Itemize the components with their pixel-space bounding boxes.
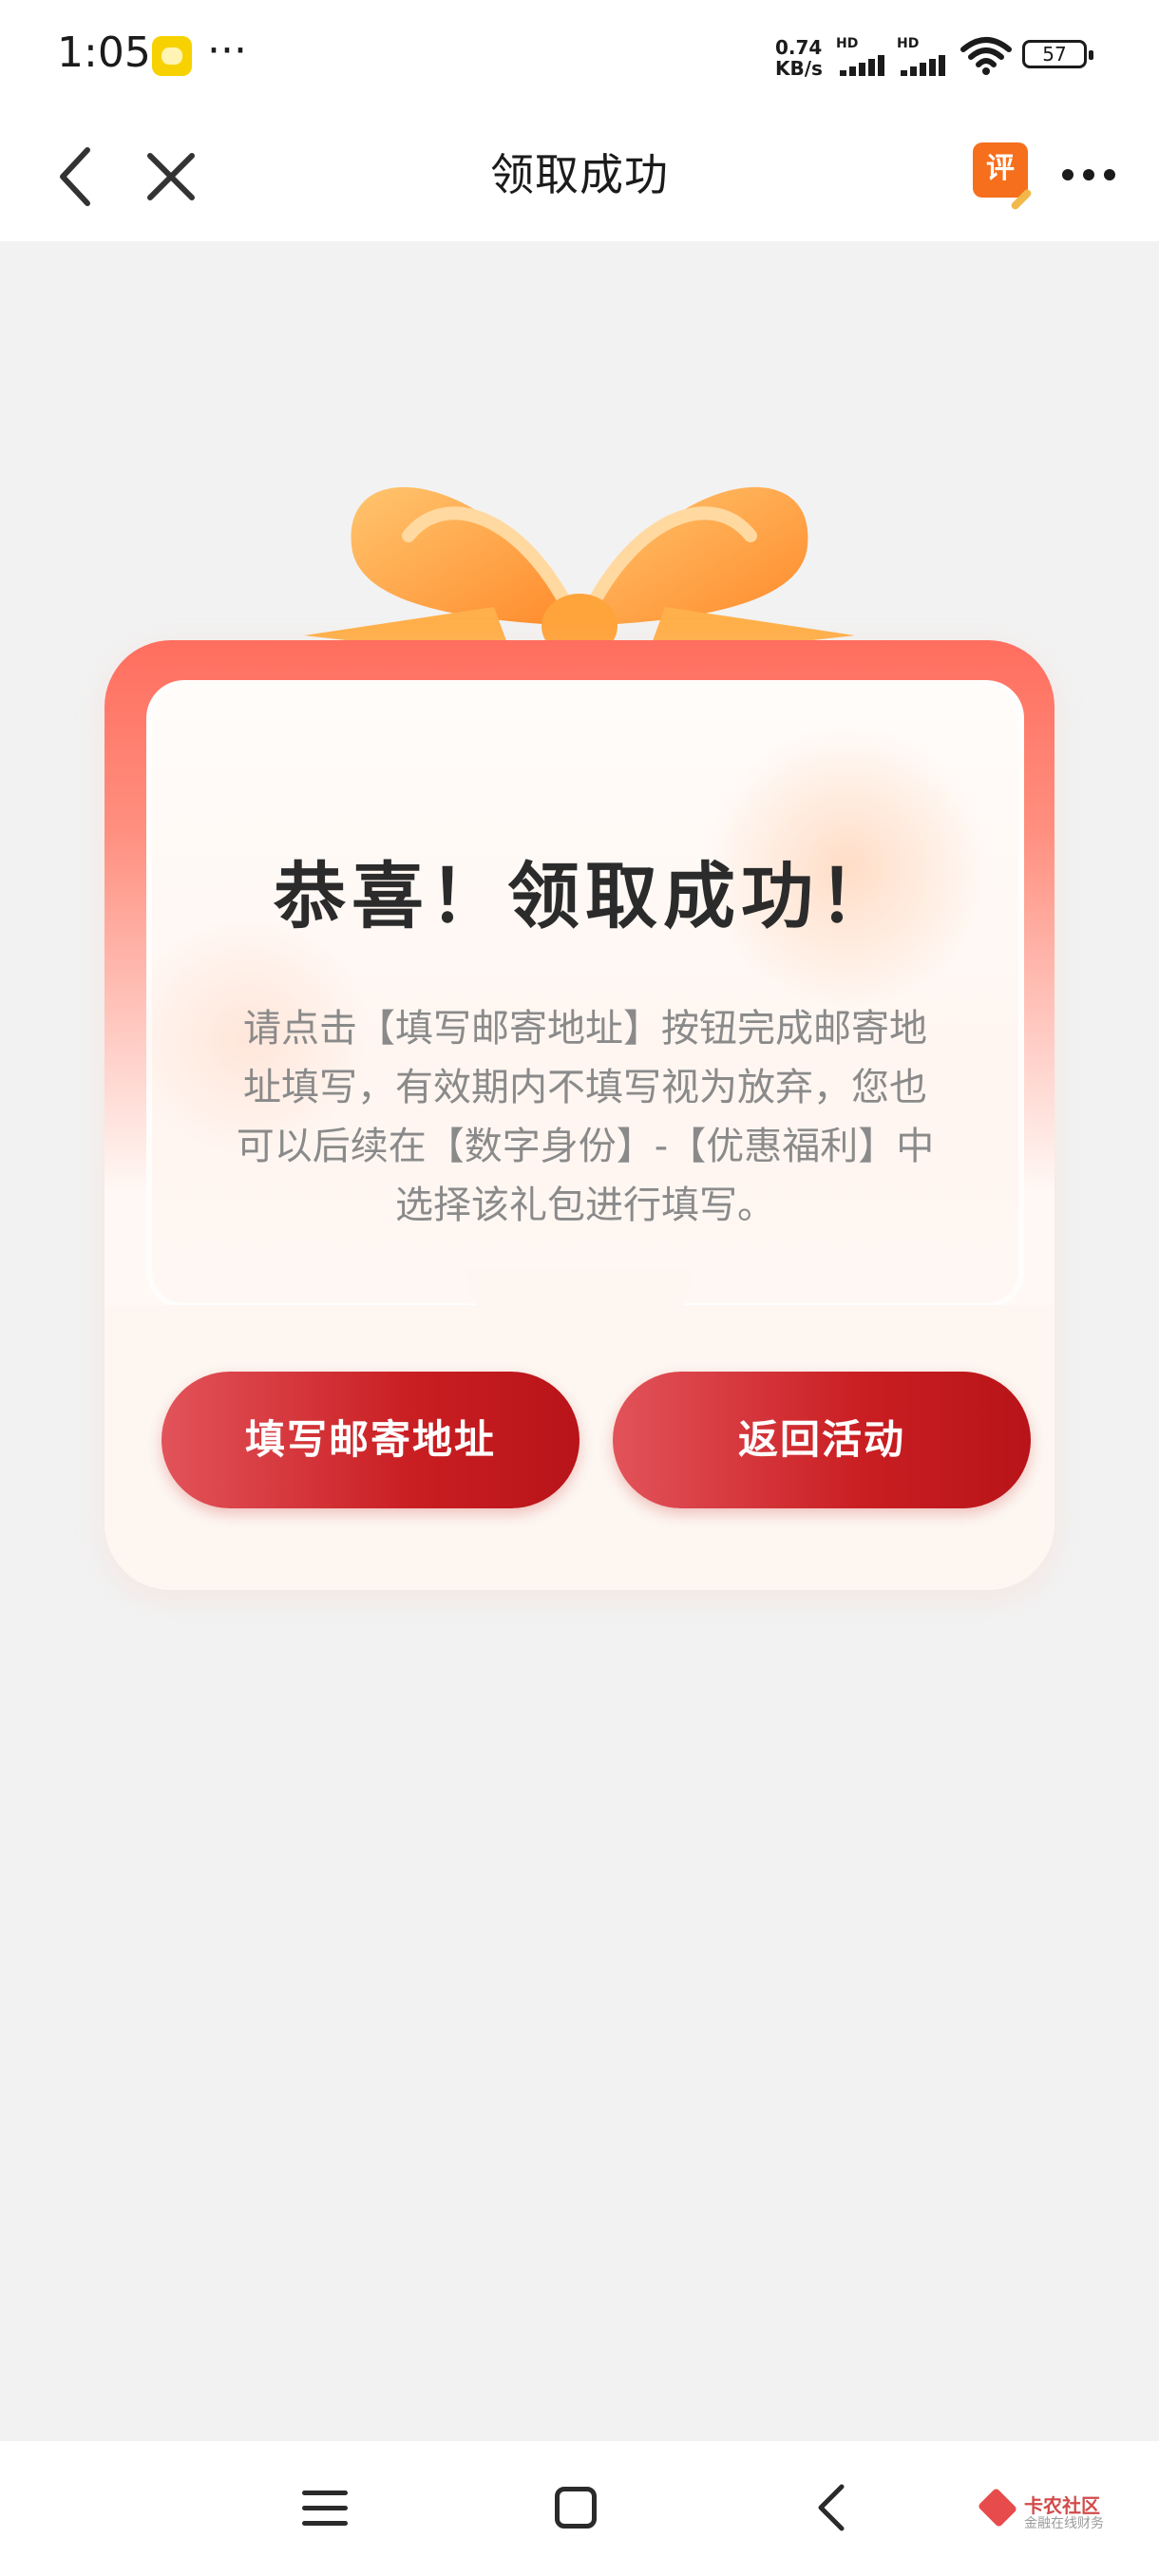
signal-hd-label: HD: [836, 36, 859, 51]
success-heading: 恭喜！领取成功！: [274, 854, 897, 938]
gift-success-area: 恭喜！领取成功！ 请点击【填写邮寄地址】按钮完成邮寄地址填写，有效期内不填写视为…: [0, 241, 1159, 1666]
review-icon[interactable]: 评: [973, 142, 1028, 198]
status-bar: 1:05 ··· 0.74 KB/s HD HD 57: [0, 0, 1159, 114]
success-description: 请点击【填写邮寄地址】按钮完成邮寄地址填写，有效期内不填写视为放弃，您也可以后续…: [236, 1007, 935, 1227]
home-icon[interactable]: [555, 2487, 597, 2529]
notification-app-icon: [152, 36, 192, 76]
gift-card: 恭喜！领取成功！ 请点击【填写邮寄地址】按钮完成邮寄地址填写，有效期内不填写视为…: [104, 640, 1054, 1590]
fill-address-button[interactable]: 填写邮寄地址: [162, 1372, 580, 1508]
more-icon[interactable]: [1062, 169, 1115, 182]
menu-icon[interactable]: [302, 2491, 348, 2529]
watermark-subtitle: 金融在线财务: [1024, 2516, 1104, 2531]
network-speed-value: 0.74: [775, 36, 823, 59]
wifi-icon: [960, 37, 1012, 75]
network-speed-unit: KB/s: [775, 57, 823, 80]
return-activity-button[interactable]: 返回活动: [613, 1372, 1031, 1508]
watermark-icon: [977, 2487, 1018, 2529]
system-navigation-bar: 卡农社区 金融在线财务: [0, 2441, 1159, 2576]
status-time: 1:05: [57, 28, 151, 77]
nav-back-icon[interactable]: [813, 2481, 851, 2534]
battery-indicator: 57: [1022, 40, 1093, 68]
navigation-header: 领取成功 评: [0, 114, 1159, 241]
network-speed: 0.74 KB/s: [775, 37, 823, 79]
signal-icon: HD: [897, 36, 948, 76]
signal-hd-label: HD: [897, 36, 920, 51]
signal-icon: HD: [836, 36, 887, 76]
gift-card-panel: 恭喜！领取成功！ 请点击【填写邮寄地址】按钮完成邮寄地址填写，有效期内不填写视为…: [124, 680, 1024, 1309]
status-more-indicator: ···: [207, 27, 247, 75]
